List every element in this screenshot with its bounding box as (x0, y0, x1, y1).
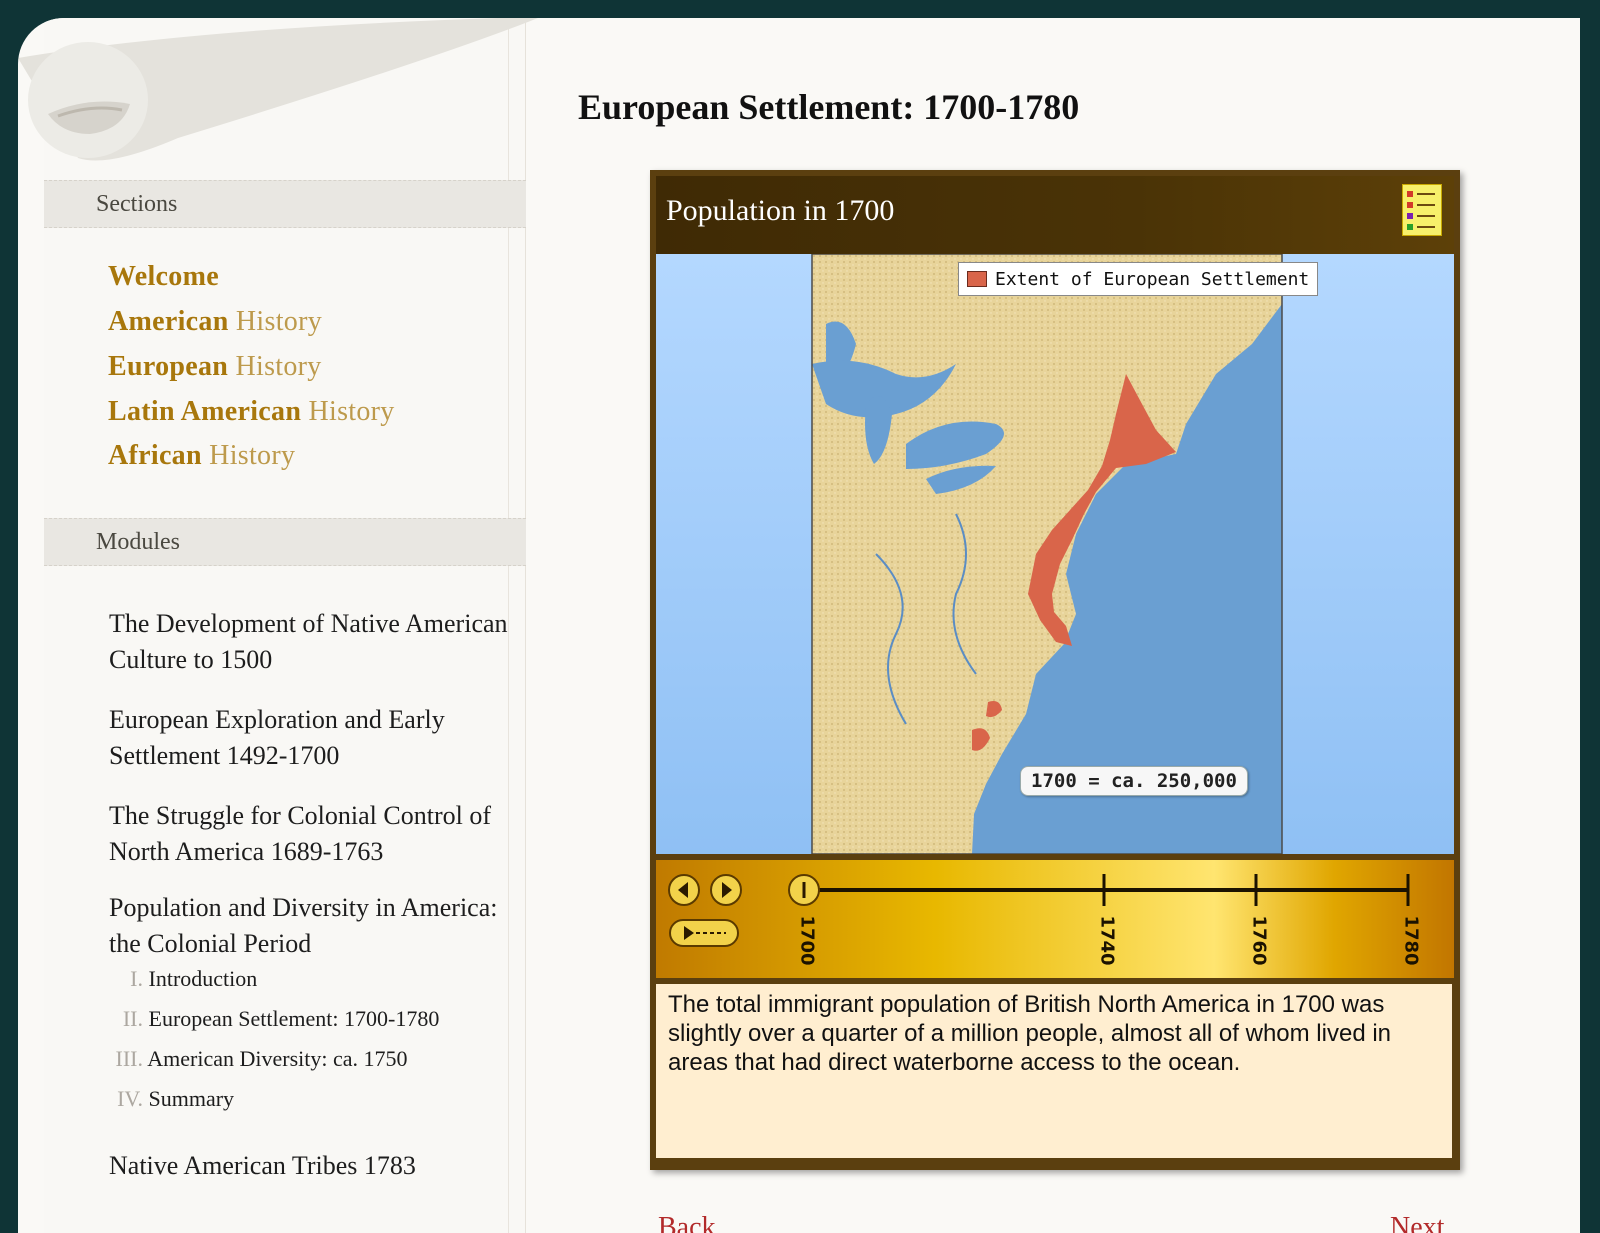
submodule-link-summary[interactable]: IV. Summary (106, 1086, 234, 1112)
tick-label-1760: 1760 (1248, 915, 1270, 966)
module-link-population-diversity[interactable]: Population and Diversity in America: the… (109, 890, 509, 962)
section-link-african-history[interactable]: African History (108, 440, 295, 472)
sections-header: Sections (44, 180, 526, 228)
submodule-label: Introduction (148, 966, 258, 991)
modules-header: Modules (44, 518, 526, 566)
submodule-link-introduction[interactable]: I. Introduction (106, 966, 257, 992)
submodule-label: European Settlement: 1700-1780 (148, 1006, 440, 1031)
section-link-rest: History (308, 396, 395, 427)
step-forward-icon[interactable] (710, 874, 742, 906)
section-link-bold: Welcome (108, 261, 219, 292)
submodule-number: III. (115, 1046, 143, 1071)
module-link-colonial-control[interactable]: The Struggle for Colonial Control of Nor… (109, 798, 509, 870)
submodule-number: II. (122, 1006, 143, 1031)
module-link-native-american-culture[interactable]: The Development of Native American Cultu… (109, 606, 509, 678)
population-label: 1700 = ca. 250,000 (1020, 766, 1248, 796)
section-link-american-history[interactable]: American History (108, 306, 322, 338)
section-link-bold: Latin American (108, 396, 302, 427)
tick-label-1780: 1780 (1400, 915, 1422, 966)
section-link-rest: History (235, 351, 322, 382)
section-link-bold: European (108, 351, 229, 382)
step-back-icon[interactable] (668, 874, 700, 906)
section-link-rest: History (235, 306, 323, 337)
submodule-number: IV. (117, 1086, 143, 1111)
submodule-label: Summary (148, 1086, 235, 1111)
play-icon[interactable] (669, 919, 739, 947)
timeline-bar: 1700 1740 1760 1780 (656, 860, 1454, 978)
module-link-native-american-tribes[interactable]: Native American Tribes 1783 (109, 1148, 509, 1184)
section-link-bold: African (108, 440, 202, 471)
map-caption: The total immigrant population of Britis… (656, 984, 1452, 1158)
map-area: Extent of European Settlement 1700 = ca.… (656, 253, 1454, 855)
settlement-swatch-icon (967, 271, 987, 287)
submodule-number: I. (130, 966, 143, 991)
map-legend: Extent of European Settlement (958, 262, 1319, 296)
timeline-handle-icon[interactable] (788, 874, 820, 906)
page-title: European Settlement: 1700-1780 (578, 87, 1080, 127)
submodule-link-european-settlement[interactable]: II. European Settlement: 1700-1780 (106, 1006, 439, 1032)
timeline-controls (668, 874, 1410, 947)
submodule-link-american-diversity[interactable]: III. American Diversity: ca. 1750 (106, 1046, 408, 1072)
section-link-latin-american-history[interactable]: Latin American History (108, 396, 395, 428)
page: Sections Welcome American History Europe… (18, 18, 1580, 1233)
section-link-bold: American (108, 306, 229, 337)
legend-label: Extent of European Settlement (995, 268, 1310, 290)
widget-title: Population in 1700 (666, 194, 895, 227)
tick-label-1740: 1740 (1096, 915, 1118, 966)
submodule-label: American Diversity: ca. 1750 (147, 1046, 408, 1071)
east-coast-map (811, 253, 1283, 855)
module-link-european-exploration[interactable]: European Exploration and Early Settlemen… (109, 702, 509, 774)
tick-label-1700: 1700 (796, 915, 818, 966)
settlement-map-widget: Population in 1700 Extent of European Se… (650, 170, 1460, 1170)
back-link[interactable]: Back (658, 1212, 716, 1233)
widget-header: Population in 1700 (656, 176, 1454, 254)
section-link-rest: History (209, 440, 296, 471)
section-link-welcome[interactable]: Welcome (108, 261, 219, 293)
legend-icon[interactable] (1402, 184, 1442, 236)
next-link[interactable]: Next (1390, 1212, 1444, 1233)
section-link-european-history[interactable]: European History (108, 351, 322, 383)
